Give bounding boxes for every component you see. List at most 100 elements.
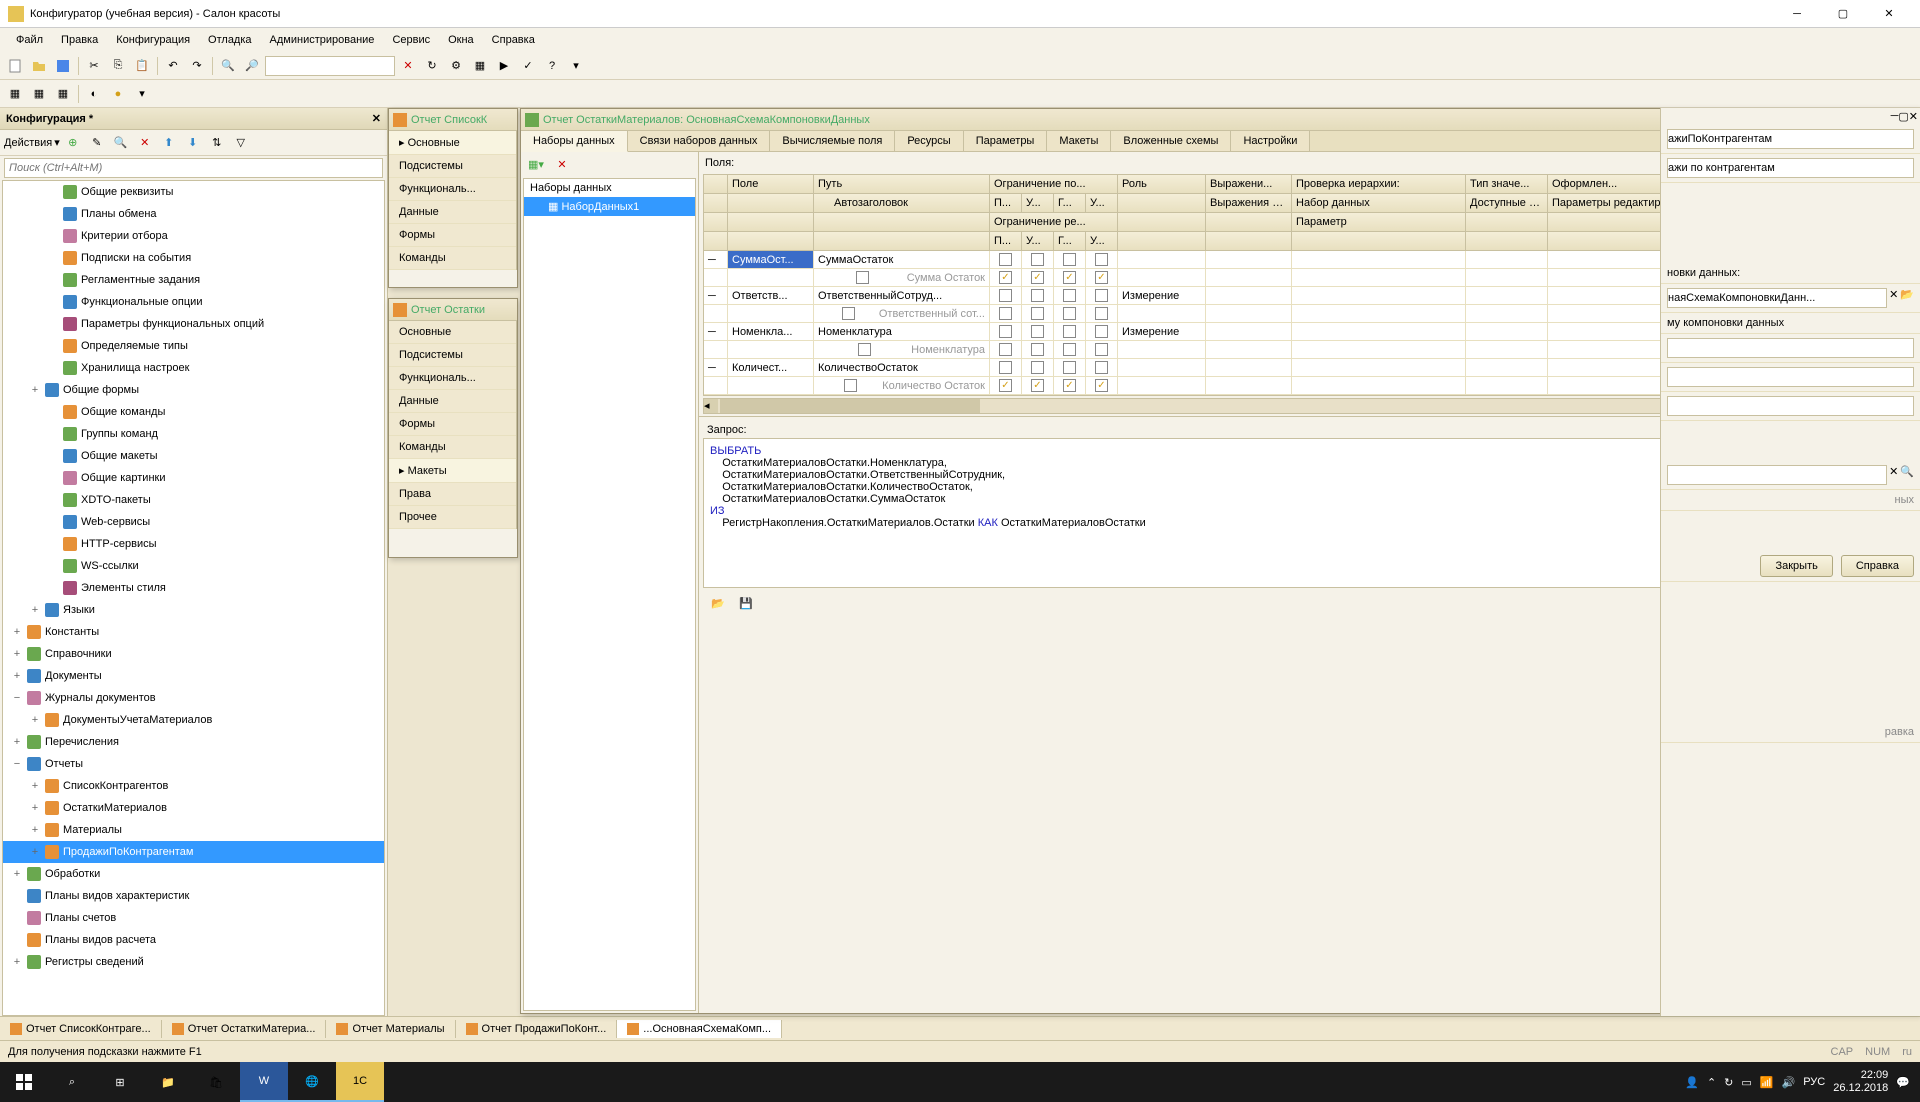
- tree-item[interactable]: +Константы: [3, 621, 384, 643]
- rp-close[interactable]: ✕: [1909, 110, 1918, 123]
- schema-tab[interactable]: Связи наборов данных: [628, 131, 771, 151]
- tray-clock[interactable]: 22:09 26.12.2018: [1833, 1069, 1888, 1095]
- refresh-icon[interactable]: ↻: [421, 55, 443, 77]
- tree-item[interactable]: Планы счетов: [3, 907, 384, 929]
- window-tab[interactable]: Отчет СписокКонтраге...: [0, 1020, 162, 1038]
- tray-up-icon[interactable]: ⌃: [1707, 1076, 1716, 1089]
- tray-wifi-icon[interactable]: 📶: [1760, 1076, 1774, 1089]
- tb2-icon-1[interactable]: ▦: [4, 83, 26, 105]
- tree-item[interactable]: Группы команд: [3, 423, 384, 445]
- tree-item[interactable]: Функциональные опции: [3, 291, 384, 313]
- tree-item[interactable]: +Справочники: [3, 643, 384, 665]
- open-icon[interactable]: [28, 55, 50, 77]
- config-tree[interactable]: Общие реквизитыПланы обменаКритерии отбо…: [2, 180, 385, 1016]
- menu-Администрирование[interactable]: Администрирование: [262, 31, 383, 49]
- tray-sync-icon[interactable]: ↻: [1724, 1076, 1733, 1089]
- tree-item[interactable]: Параметры функциональных опций: [3, 313, 384, 335]
- menu-Файл[interactable]: Файл: [8, 31, 51, 49]
- menu-Сервис[interactable]: Сервис: [384, 31, 438, 49]
- tree-item[interactable]: Общие картинки: [3, 467, 384, 489]
- tb2-icon-3[interactable]: ▦: [52, 83, 74, 105]
- nav2-item[interactable]: Формы: [389, 413, 516, 436]
- tree-item[interactable]: Планы видов характеристик: [3, 885, 384, 907]
- rp-input-4[interactable]: [1667, 288, 1887, 308]
- more-icon[interactable]: ▾: [565, 55, 587, 77]
- tree-item[interactable]: Web-сервисы: [3, 511, 384, 533]
- rp-search-icon[interactable]: 🔍: [1900, 465, 1914, 485]
- tray-lang[interactable]: РУС: [1803, 1076, 1825, 1088]
- word-icon[interactable]: W: [240, 1062, 288, 1102]
- sort-icon[interactable]: ⇅: [206, 132, 228, 154]
- rp-open-icon[interactable]: 📂: [1900, 288, 1914, 308]
- datasets-tree[interactable]: Наборы данных ▦ НаборДанных1: [523, 178, 696, 1011]
- nav1-item[interactable]: ▸ Основные: [389, 131, 516, 155]
- dataset-item[interactable]: ▦ НаборДанных1: [524, 197, 695, 216]
- tree-item[interactable]: Общие макеты: [3, 445, 384, 467]
- tree-item[interactable]: +Обработки: [3, 863, 384, 885]
- tree-item[interactable]: Планы обмена: [3, 203, 384, 225]
- rp-min[interactable]: ─: [1891, 110, 1899, 123]
- tree-item[interactable]: Общие реквизиты: [3, 181, 384, 203]
- tree-item[interactable]: Общие команды: [3, 401, 384, 423]
- tree-item[interactable]: +Регистры сведений: [3, 951, 384, 973]
- 1c-icon[interactable]: 1C: [336, 1062, 384, 1102]
- paste-icon[interactable]: 📋: [131, 55, 153, 77]
- tree-item[interactable]: +ДокументыУчетаМатериалов: [3, 709, 384, 731]
- chrome-icon[interactable]: 🌐: [288, 1062, 336, 1102]
- rp-max[interactable]: ▢: [1898, 110, 1908, 123]
- help-icon[interactable]: ?: [541, 55, 563, 77]
- maximize-button[interactable]: ▢: [1820, 0, 1866, 28]
- schema-tab[interactable]: Ресурсы: [895, 131, 963, 151]
- query-open-icon[interactable]: 📂: [707, 592, 729, 614]
- rp-input-2[interactable]: [1667, 158, 1914, 178]
- tree-item[interactable]: Подписки на события: [3, 247, 384, 269]
- tb2-icon-5[interactable]: ●: [107, 83, 129, 105]
- config-search-input[interactable]: [4, 158, 383, 178]
- nav2-item[interactable]: Основные: [389, 321, 516, 344]
- toolbar-search-input[interactable]: [265, 56, 395, 76]
- down-icon[interactable]: ⬇: [182, 132, 204, 154]
- tb2-icon-6[interactable]: ▾: [131, 83, 153, 105]
- redo-icon[interactable]: ↷: [186, 55, 208, 77]
- rp-input-8[interactable]: [1667, 465, 1887, 485]
- tray-volume-icon[interactable]: 🔊: [1782, 1076, 1796, 1089]
- rp-clear2-icon[interactable]: ✕: [1889, 465, 1898, 485]
- cut-icon[interactable]: ✂: [83, 55, 105, 77]
- tray-people-icon[interactable]: 👤: [1685, 1076, 1699, 1089]
- nav2-item[interactable]: Функциональ...: [389, 367, 516, 390]
- rp-input-7[interactable]: [1667, 396, 1914, 416]
- nav2-item[interactable]: Данные: [389, 390, 516, 413]
- menu-Отладка[interactable]: Отладка: [200, 31, 259, 49]
- edit-icon[interactable]: ✎: [86, 132, 108, 154]
- config-icon[interactable]: ⚙: [445, 55, 467, 77]
- taskview-icon[interactable]: ⊞: [96, 1062, 144, 1102]
- filter-icon[interactable]: ▽: [230, 132, 252, 154]
- rp-clear-icon[interactable]: ✕: [1889, 288, 1898, 308]
- schema-tab[interactable]: Параметры: [964, 131, 1048, 151]
- tree-item[interactable]: Определяемые типы: [3, 335, 384, 357]
- zoom-icon[interactable]: 🔎: [241, 55, 263, 77]
- nav2-item[interactable]: Прочее: [389, 506, 516, 529]
- tree-item[interactable]: +Перечисления: [3, 731, 384, 753]
- tree-item[interactable]: +СписокКонтрагентов: [3, 775, 384, 797]
- nav2-item[interactable]: Права: [389, 483, 516, 506]
- config-panel-close-icon[interactable]: ✕: [372, 112, 381, 125]
- tree-item[interactable]: HTTP-сервисы: [3, 533, 384, 555]
- tree-item[interactable]: −Отчеты: [3, 753, 384, 775]
- tree-item[interactable]: +Языки: [3, 599, 384, 621]
- tree-item[interactable]: +Материалы: [3, 819, 384, 841]
- nav2-item[interactable]: Подсистемы: [389, 344, 516, 367]
- nav1-item[interactable]: Формы: [389, 224, 516, 247]
- rp-input-6[interactable]: [1667, 367, 1914, 387]
- find-icon[interactable]: 🔍: [217, 55, 239, 77]
- store-icon[interactable]: 🛍: [192, 1062, 240, 1102]
- window-tab[interactable]: Отчет ПродажиПоКонт...: [456, 1020, 618, 1038]
- nav2-item[interactable]: ▸ Макеты: [389, 459, 516, 483]
- nav1-item[interactable]: Подсистемы: [389, 155, 516, 178]
- db-icon[interactable]: ▦: [469, 55, 491, 77]
- nav2-item[interactable]: Команды: [389, 436, 516, 459]
- nav1-item[interactable]: Данные: [389, 201, 516, 224]
- tree-item[interactable]: −Журналы документов: [3, 687, 384, 709]
- rp-input-5[interactable]: [1667, 338, 1914, 358]
- schema-tab[interactable]: Вложенные схемы: [1111, 131, 1231, 151]
